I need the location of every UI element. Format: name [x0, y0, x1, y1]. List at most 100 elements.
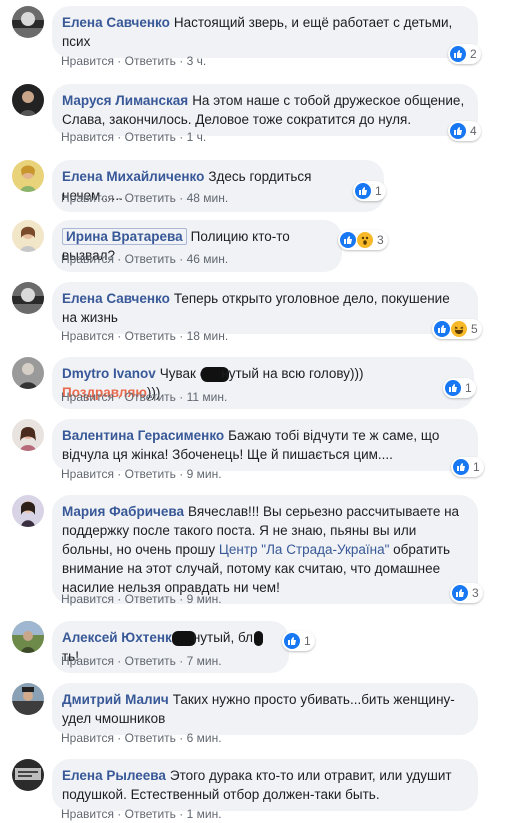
timestamp[interactable]: 6 мин.: [187, 731, 222, 745]
like-button[interactable]: Нравится: [61, 467, 114, 481]
comment-actions: Нравится · Ответить · 1 ч.: [61, 130, 207, 144]
avatar[interactable]: [12, 84, 44, 116]
reactions-badge[interactable]: 1: [451, 457, 484, 477]
reaction-count: 3: [377, 233, 384, 247]
reply-button[interactable]: Ответить: [125, 731, 176, 745]
reply-button[interactable]: Ответить: [125, 467, 176, 481]
like-button[interactable]: Нравится: [61, 807, 114, 821]
reply-button[interactable]: Ответить: [125, 592, 176, 606]
author-name[interactable]: Маруся Лиманская: [62, 93, 188, 108]
avatar[interactable]: [12, 6, 44, 38]
author-name[interactable]: Елена Михайличенко: [62, 169, 204, 184]
comment-text-part: нутый, бл: [192, 630, 253, 645]
reactions-badge[interactable]: 1: [282, 631, 315, 651]
avatar[interactable]: [12, 220, 44, 252]
reaction-count: 1: [473, 460, 480, 474]
timestamp[interactable]: 48 мин.: [187, 191, 229, 205]
timestamp[interactable]: 1 ч.: [187, 130, 207, 144]
comment-actions: Нравится · Ответить · 18 мин.: [61, 329, 229, 343]
like-button[interactable]: Нравится: [61, 654, 114, 668]
author-name[interactable]: Дмитрий Малич: [62, 692, 169, 707]
comment-actions: Нравится · Ответить · 48 мин.: [61, 191, 229, 205]
like-button[interactable]: Нравится: [61, 731, 114, 745]
reaction-count: 2: [470, 47, 477, 61]
like-button[interactable]: Нравится: [61, 592, 114, 606]
like-button[interactable]: Нравится: [61, 130, 114, 144]
comment-actions: Нравится · Ответить · 9 мин.: [61, 592, 222, 606]
reaction-count: 1: [465, 381, 472, 395]
reactions-badge[interactable]: 3: [338, 230, 388, 250]
comment-text-part: нутый на всю голову))): [221, 366, 364, 381]
tagged-page-link[interactable]: Центр "Ла Страда-Україна": [219, 542, 390, 557]
avatar[interactable]: [12, 282, 44, 314]
author-name[interactable]: Елена Рылеева: [62, 768, 166, 783]
reaction-count: 4: [470, 124, 477, 138]
haha-reaction-icon: [451, 321, 467, 337]
like-reaction-icon: [445, 380, 461, 396]
timestamp[interactable]: 9 мин.: [187, 467, 222, 481]
reply-button[interactable]: Ответить: [125, 130, 176, 144]
reply-button[interactable]: Ответить: [125, 54, 176, 68]
avatar[interactable]: [12, 160, 44, 192]
like-reaction-icon: [450, 123, 466, 139]
comment-bubble: Валентина Герасименко Бажаю тобі відчути …: [52, 419, 478, 471]
wow-reaction-icon: [357, 232, 373, 248]
avatar[interactable]: [12, 357, 44, 389]
reply-button[interactable]: Ответить: [125, 807, 176, 821]
comment-actions: Нравится · Ответить · 7 мин.: [61, 654, 222, 668]
reactions-badge[interactable]: 5: [432, 319, 482, 339]
avatar[interactable]: [12, 495, 44, 527]
author-name[interactable]: Алексей Юхтенко: [62, 630, 180, 645]
comment-actions: Нравится · Ответить · 11 мин.: [61, 390, 228, 404]
like-button[interactable]: Нравится: [61, 54, 114, 68]
author-name[interactable]: Елена Савченко: [62, 15, 170, 30]
like-button[interactable]: Нравится: [61, 329, 114, 343]
author-name[interactable]: Dmytro Ivanov: [62, 366, 156, 381]
reaction-count: 1: [375, 184, 382, 198]
reaction-count: 1: [304, 634, 311, 648]
like-button[interactable]: Нравится: [61, 390, 114, 404]
reply-button[interactable]: Ответить: [125, 191, 176, 205]
comment-bubble: Елена Савченко Настоящий зверь, и ещё раб…: [52, 6, 478, 58]
like-reaction-icon: [340, 232, 356, 248]
comment-actions: Нравится · Ответить · 3 ч.: [61, 54, 207, 68]
author-name[interactable]: Валентина Герасименко: [62, 428, 224, 443]
timestamp[interactable]: 11 мин.: [187, 390, 228, 404]
like-reaction-icon: [453, 459, 469, 475]
timestamp[interactable]: 46 мин.: [187, 252, 229, 266]
reply-button[interactable]: Ответить: [125, 252, 176, 266]
reply-button[interactable]: Ответить: [125, 390, 176, 404]
comment-bubble: Елена Савченко Теперь открыто уголовное д…: [52, 282, 478, 334]
comment-bubble: Елена Рылеева Этого дурака кто-то или отр…: [52, 759, 478, 811]
avatar[interactable]: [12, 621, 44, 653]
timestamp[interactable]: 3 ч.: [187, 54, 207, 68]
comment-bubble: Мария Фабричева Вячеслав!!! Вы серьезно р…: [52, 495, 478, 604]
timestamp[interactable]: 1 мин.: [187, 807, 222, 821]
reactions-badge[interactable]: 3: [450, 583, 483, 603]
reply-button[interactable]: Ответить: [125, 329, 176, 343]
avatar[interactable]: [12, 683, 44, 715]
like-reaction-icon: [434, 321, 450, 337]
comment-actions: Нравится · Ответить · 6 мин.: [61, 731, 222, 745]
avatar[interactable]: [12, 419, 44, 451]
reactions-badge[interactable]: 1: [443, 378, 476, 398]
avatar[interactable]: [12, 759, 44, 791]
reaction-count: 3: [472, 586, 479, 600]
comment-actions: Нравится · Ответить · 1 мин.: [61, 807, 222, 821]
reactions-badge[interactable]: 1: [353, 181, 386, 201]
timestamp[interactable]: 18 мин.: [187, 329, 229, 343]
reactions-badge[interactable]: 4: [448, 121, 481, 141]
timestamp[interactable]: 7 мин.: [187, 654, 222, 668]
like-reaction-icon: [452, 585, 468, 601]
timestamp[interactable]: 9 мин.: [187, 592, 222, 606]
like-reaction-icon: [284, 633, 300, 649]
redaction-mark: [253, 630, 263, 646]
reactions-badge[interactable]: 2: [448, 44, 481, 64]
reply-button[interactable]: Ответить: [125, 654, 176, 668]
like-button[interactable]: Нравится: [61, 191, 114, 205]
author-name[interactable]: Ирина Вратарева: [62, 228, 187, 245]
comment-bubble: Дмитрий Малич Таких нужно просто убивать.…: [52, 683, 478, 735]
author-name[interactable]: Мария Фабричева: [62, 504, 184, 519]
like-button[interactable]: Нравится: [61, 252, 114, 266]
author-name[interactable]: Елена Савченко: [62, 291, 170, 306]
